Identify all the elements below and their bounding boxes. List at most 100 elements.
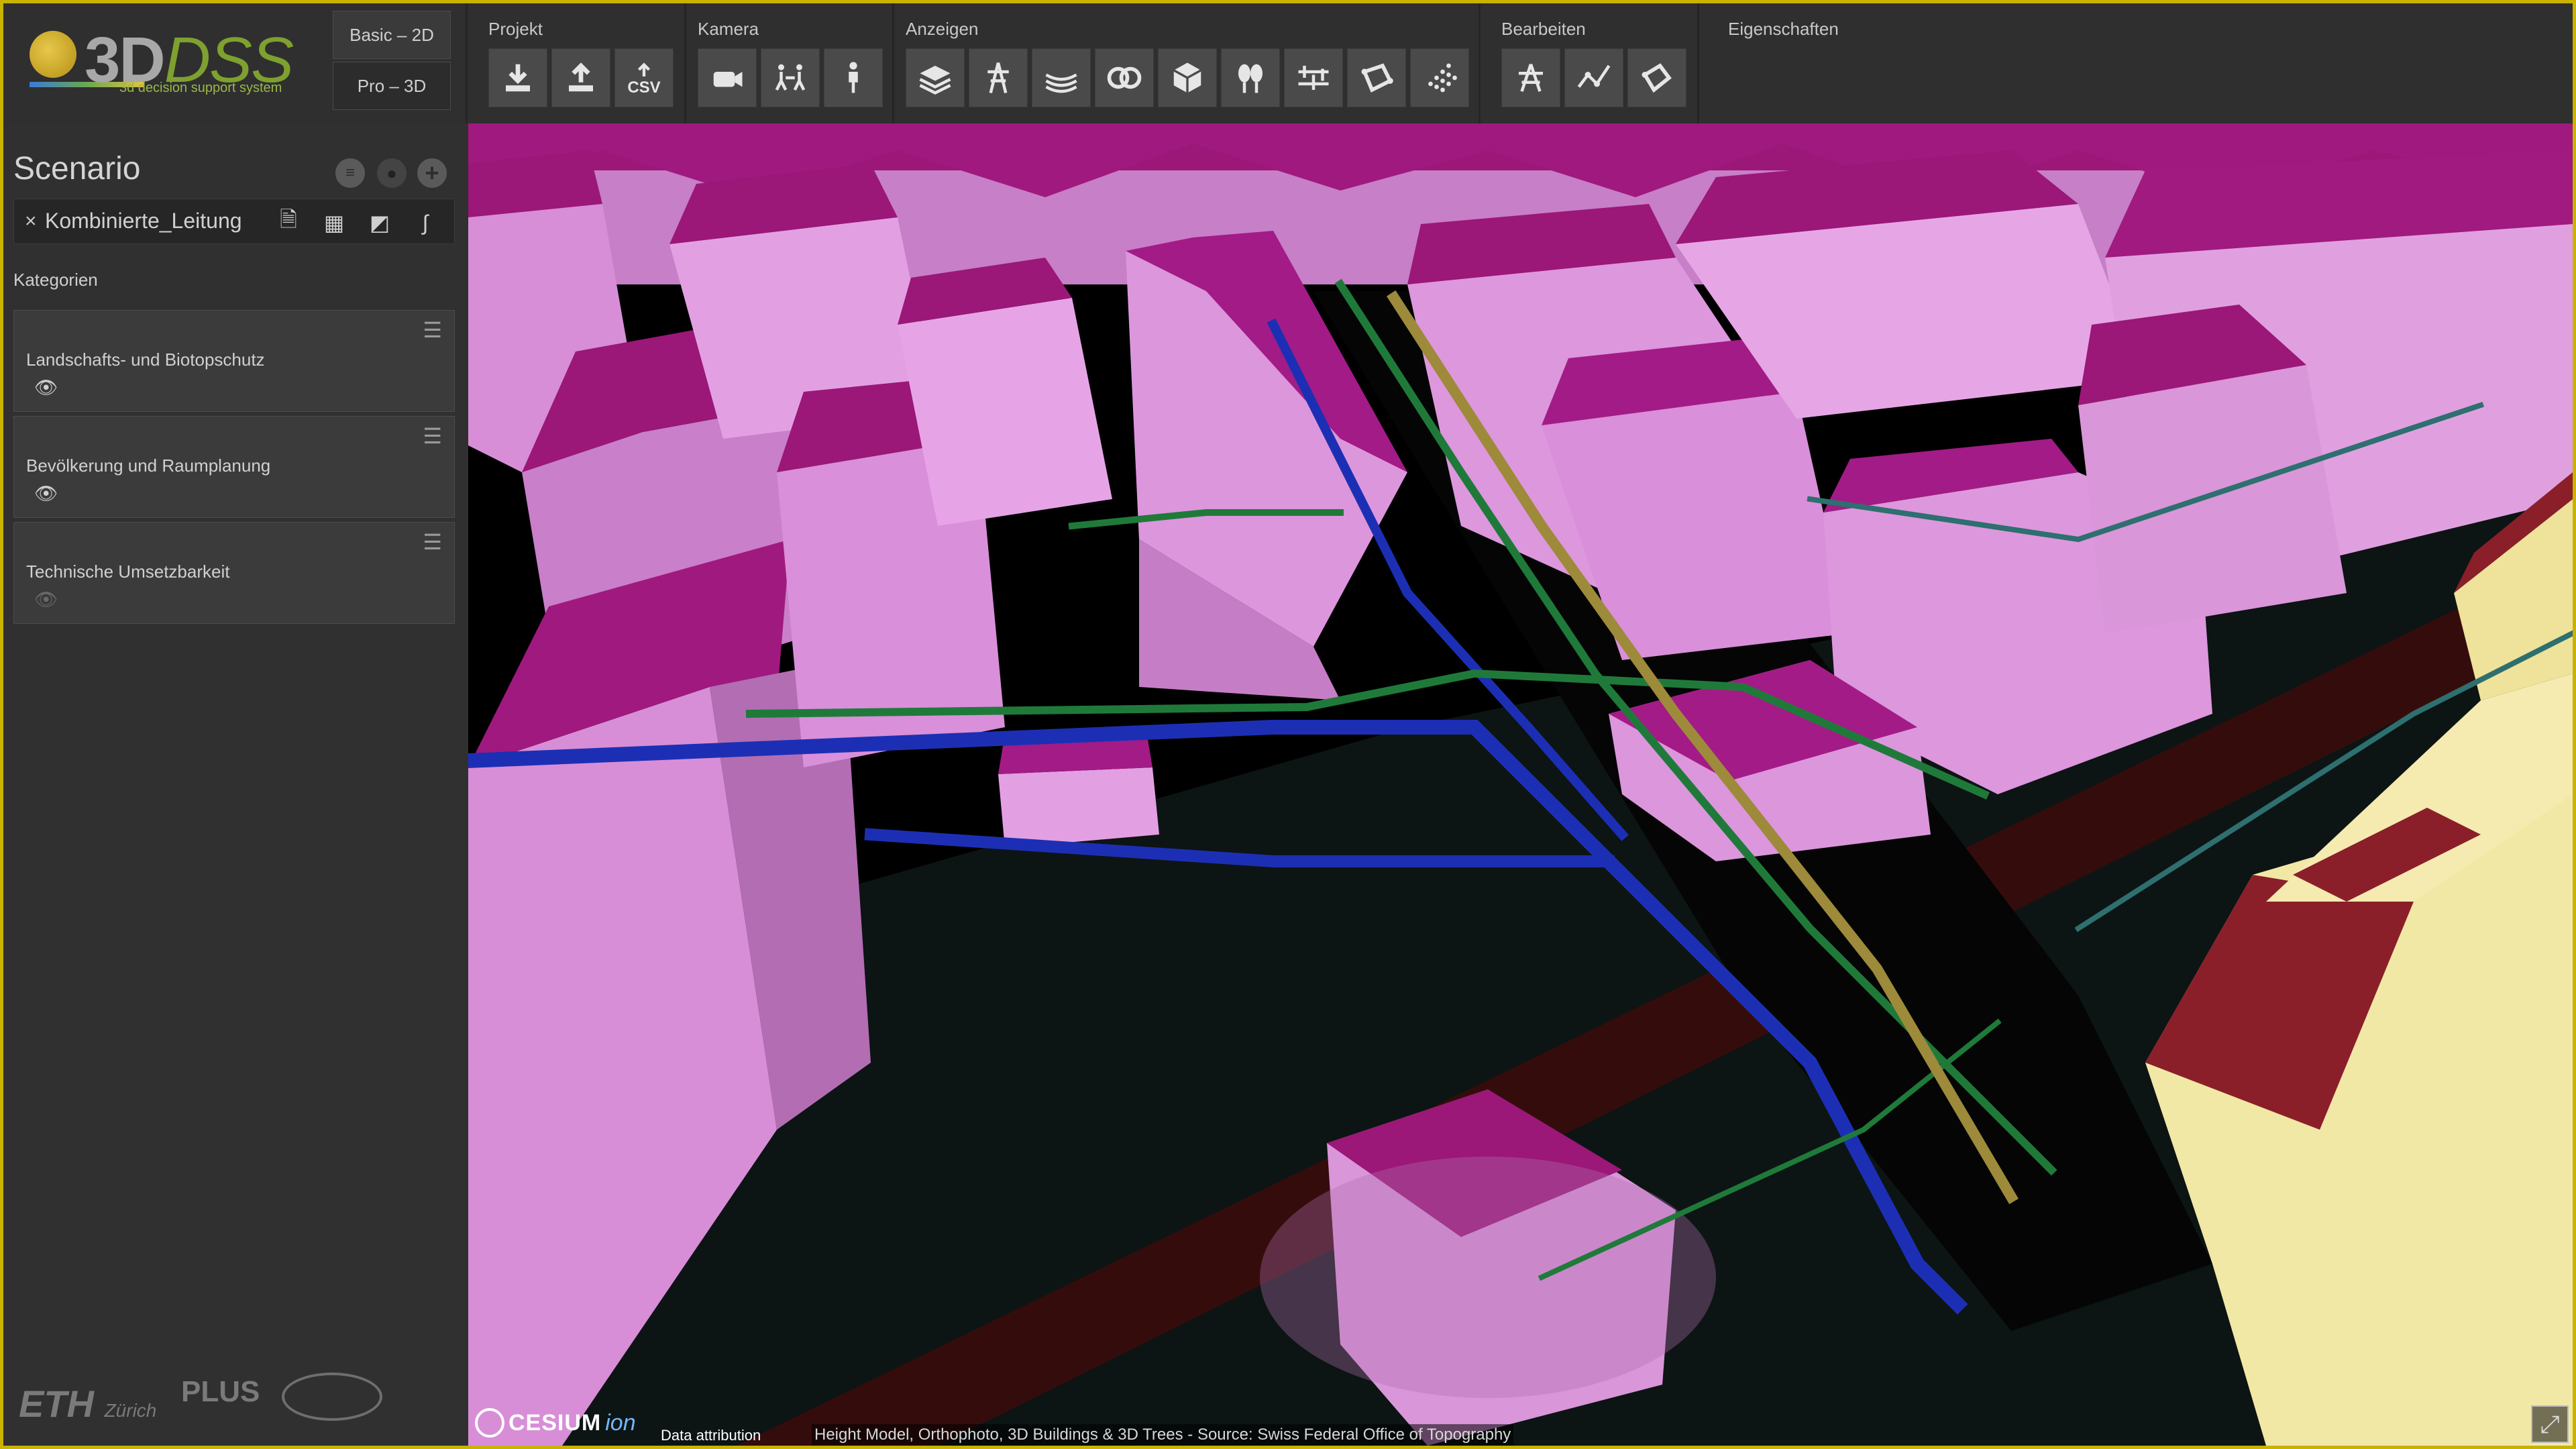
basic-2d-button[interactable]: Basic – 2D [333, 11, 451, 59]
route-icon [1577, 64, 1611, 88]
data-credit: Height Model, Orthophoto, 3D Buildings &… [812, 1424, 1514, 1446]
geo-logo [282, 1373, 382, 1421]
power-pylon-button[interactable] [969, 48, 1028, 107]
category-card[interactable]: Landschafts- und Biotopschutz ☰ 👁 [13, 310, 455, 412]
pipes-icon [1107, 66, 1142, 89]
group-label-eigenschaften: Eigenschaften [1728, 19, 1839, 39]
points-button[interactable] [1410, 48, 1469, 107]
eye-icon[interactable]: 👁 [34, 376, 58, 398]
circles-icon: ● [386, 162, 397, 183]
document-icon: 🗎 [280, 207, 297, 231]
group-label-kamera: Kamera [698, 19, 759, 39]
profile-icon [1298, 66, 1329, 90]
group-label-anzeigen: Anzeigen [906, 19, 979, 39]
app-logo[interactable]: 3DDSS 3d decision support system [30, 27, 298, 101]
divider [1479, 0, 1481, 123]
document-button[interactable]: 🗎 [273, 207, 304, 238]
category-name: Technische Umsetzbarkeit [26, 561, 230, 582]
shade-icon: ◩ [369, 211, 390, 235]
edit-polygon-button[interactable] [1627, 48, 1686, 107]
grid-button[interactable]: ▦ [319, 207, 350, 238]
plus-icon: + [425, 159, 439, 186]
category-card[interactable]: Bevölkerung und Raumplanung ☰ 👁 [13, 416, 455, 518]
pipes-button[interactable] [1095, 48, 1154, 107]
cesium-ion-logo[interactable]: CESIUM ion [475, 1405, 636, 1440]
eth-logo: ETH Zürich [19, 1383, 157, 1425]
curve-icon: ∫ [422, 210, 429, 235]
group-label-projekt: Projekt [488, 19, 543, 39]
layers-button[interactable] [906, 48, 965, 107]
logo-tagline: 3d decision support system [119, 80, 282, 95]
trees-button[interactable] [1221, 48, 1280, 107]
pro-3d-button[interactable]: Pro – 3D [333, 62, 451, 110]
fullscreen-button[interactable]: ⤢ [2531, 1405, 2569, 1443]
layers-icon [919, 66, 951, 95]
download-icon [506, 64, 530, 92]
data-attribution-link[interactable]: Data attribution [661, 1427, 761, 1444]
divider [1697, 0, 1699, 123]
cesium-text: CESIUM [508, 1409, 602, 1436]
cube-icon [1173, 62, 1202, 93]
scenario-name: Kombinierte_Leitung [45, 209, 242, 233]
divider [892, 0, 894, 123]
shade-button[interactable]: ◩ [364, 207, 395, 238]
import-button[interactable] [488, 48, 547, 107]
scenario-list-button[interactable]: ≡ [335, 158, 365, 188]
csv-export-button[interactable]: CSV [614, 48, 674, 107]
eye-icon[interactable]: 👁 [34, 482, 58, 504]
map-viewport[interactable]: CESIUM ion Data attribution Height Model… [468, 123, 2573, 1446]
camera-walk-button[interactable] [761, 48, 820, 107]
profile-button[interactable] [1284, 48, 1343, 107]
category-name: Bevölkerung und Raumplanung [26, 455, 271, 476]
list-icon: ≡ [345, 164, 355, 182]
walk-distance-icon [775, 64, 806, 91]
close-scenario-button[interactable]: × [25, 210, 37, 233]
terrain-icon [1045, 73, 1077, 93]
drag-handle-icon[interactable]: ☰ [423, 529, 442, 555]
eye-hidden-icon[interactable]: 👁 [34, 588, 58, 610]
divider [466, 0, 468, 123]
grid-icon: ▦ [323, 211, 345, 235]
camera-fly-button[interactable] [698, 48, 757, 107]
building-center [998, 727, 1159, 848]
edit-pylon-icon [1519, 64, 1543, 92]
export-button[interactable] [551, 48, 610, 107]
group-label-bearbeiten: Bearbeiten [1501, 19, 1586, 39]
add-scenario-button[interactable]: + [417, 158, 447, 188]
divider [684, 0, 686, 123]
scenario-title: Scenario [13, 151, 141, 186]
pylon-icon [987, 62, 1009, 94]
plus-logo: PLUS [181, 1375, 260, 1408]
upload-icon [569, 62, 593, 92]
cesium-icon [475, 1408, 504, 1438]
top-toolbar: 3DDSS 3d decision support system Basic –… [0, 0, 2576, 123]
camera-icon [713, 72, 743, 87]
expand-icon: ⤢ [2540, 1409, 2560, 1438]
csv-label: CSV [627, 78, 661, 97]
drag-handle-icon[interactable]: ☰ [423, 423, 442, 449]
polygon-edit-icon [1642, 63, 1672, 93]
person-icon [849, 62, 858, 93]
upload-icon [637, 62, 651, 76]
category-name: Landschafts- und Biotopschutz [26, 350, 265, 370]
curve-button[interactable]: ∫ [410, 207, 441, 238]
partner-logos: ETH Zürich PLUS [13, 1368, 456, 1429]
edit-pylon-button[interactable] [1501, 48, 1560, 107]
point-cloud-icon [1428, 63, 1457, 93]
terrain-button[interactable] [1032, 48, 1091, 107]
category-card[interactable]: Technische Umsetzbarkeit ☰ 👁 [13, 522, 455, 624]
categories-label: Kategorien [13, 270, 98, 290]
scenario-tab[interactable]: × Kombinierte_Leitung 🗎 ▦ ◩ ∫ [13, 199, 455, 244]
camera-person-button[interactable] [824, 48, 883, 107]
cesium-ion-text: ion [605, 1409, 636, 1436]
sun-icon [30, 31, 76, 78]
drag-handle-icon[interactable]: ☰ [423, 317, 442, 343]
3d-scene[interactable] [468, 123, 2573, 1446]
buildings-button[interactable] [1158, 48, 1217, 107]
trees-icon [1238, 64, 1263, 93]
scenario-compare-button[interactable]: ● [377, 158, 407, 188]
sidebar: Scenario ≡ ● + × Kombinierte_Leitung 🗎 ▦… [0, 123, 468, 1449]
measure-area-button[interactable] [1347, 48, 1406, 107]
edit-route-button[interactable] [1564, 48, 1623, 107]
area-measure-icon [1361, 63, 1393, 93]
